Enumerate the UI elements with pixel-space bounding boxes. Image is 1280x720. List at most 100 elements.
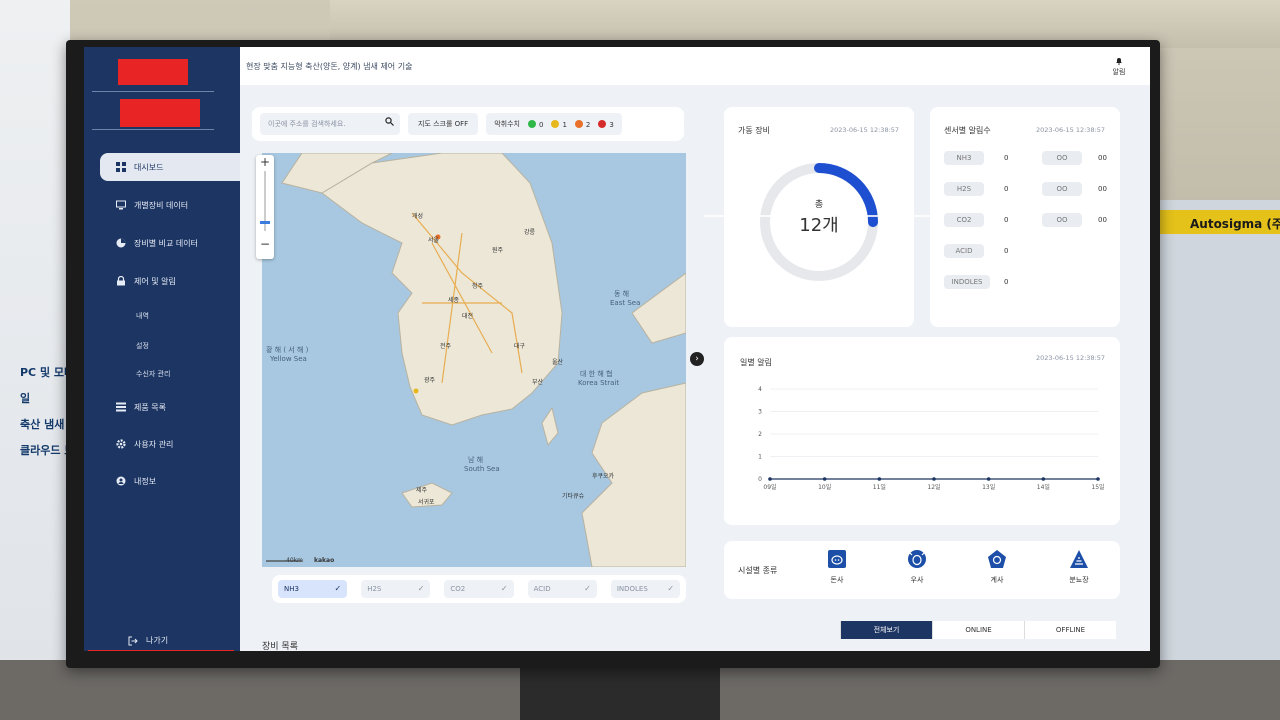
pie-chart-icon — [116, 238, 126, 248]
status-dot-icon — [598, 119, 607, 128]
sensor-name-badge: H2S — [944, 182, 984, 196]
pig-icon — [828, 550, 846, 568]
notification-button[interactable]: 알림 — [1104, 57, 1134, 77]
sidebar-item-device-data[interactable]: 개별장비 데이터 — [100, 191, 240, 219]
sidebar-item-label: 대시보드 — [134, 162, 164, 172]
sensor-alert-count: 0 — [1004, 278, 1009, 286]
sensor-alert-card: 센서별 알림수 2023-06-15 12:38:57 NH3 0 OO 00 … — [930, 107, 1120, 327]
facility-cow[interactable]: 우사 — [892, 549, 942, 585]
map-city-label: 기타큐슈 — [562, 493, 585, 500]
map-city-label: 후쿠오카 — [592, 473, 615, 480]
map-city-label: 강릉 — [524, 229, 536, 236]
search-icon[interactable] — [385, 117, 394, 126]
map-scale-label: 40km — [286, 557, 303, 564]
sea-label-en: East Sea — [610, 299, 641, 307]
gauge-total-label: 총 — [814, 200, 824, 210]
screen-glare — [704, 215, 934, 217]
sensor-chip-indoles[interactable]: INDOLES ✓ — [610, 580, 681, 598]
facility-pig[interactable]: 돈사 — [812, 549, 862, 585]
facility-chicken[interactable]: 계사 — [972, 549, 1022, 585]
sidebar-item-compare-data[interactable]: 장비별 비교 데이터 — [100, 229, 240, 257]
sensor-name-badge: CO2 — [944, 213, 984, 227]
sensor-alert-count: 00 — [1098, 216, 1107, 224]
sea-label-en: South Sea — [464, 465, 500, 473]
sea-label: 황 해 ( 서 해 ) — [266, 346, 309, 354]
check-icon: ✓ — [417, 584, 425, 593]
data-point — [986, 477, 991, 481]
facility-label: 분뇨장 — [1069, 576, 1089, 584]
sidebar-item-my-info[interactable]: 내정보 — [100, 467, 240, 495]
zoom-in-button[interactable]: + — [256, 155, 274, 169]
y-tick-label: 3 — [758, 409, 762, 416]
map-scroll-toggle[interactable]: 지도 스크롤 OFF — [408, 113, 479, 135]
sidebar-item-users[interactable]: 사용자 관리 — [100, 430, 240, 458]
zoom-slider[interactable] — [256, 169, 274, 233]
odor-label: 악취수치 — [494, 120, 520, 128]
y-tick-label: 0 — [758, 476, 762, 483]
facility-manure[interactable]: 분뇨장 — [1054, 549, 1104, 585]
sensor-alert-count: 00 — [1098, 185, 1107, 193]
sidebar-subitem-recipients[interactable]: 수신자 관리 — [136, 369, 170, 379]
sidebar-subitem-settings[interactable]: 설정 — [136, 341, 149, 351]
sensor-name-badge: OO — [1042, 151, 1082, 165]
sensor-chip-nh3[interactable]: NH3 ✓ — [278, 580, 348, 598]
odor-level-yellow: 1 — [551, 119, 567, 129]
x-tick-label: 09일 — [763, 483, 776, 491]
map-city-label: 제주 — [416, 487, 428, 494]
sidebar-item-label: 제어 및 알림 — [134, 276, 176, 286]
map-city-label: 개성 — [412, 213, 424, 220]
sensor-name-badge: ACID — [944, 244, 984, 258]
photo-background: Autosigma (주) PC 및 모바일 축산 냄새 활 클라우드 모 대시보드… — [0, 0, 1280, 720]
sidebar-item-control-alerts[interactable]: 제어 및 알림 — [100, 267, 240, 295]
check-icon: ✓ — [584, 584, 591, 593]
divider — [92, 91, 214, 92]
x-tick-label: 13일 — [982, 483, 995, 491]
user-icon — [116, 476, 126, 486]
sea-label: 동 해 — [614, 290, 630, 298]
sensor-chip-co2[interactable]: CO2 ✓ — [444, 580, 514, 598]
map-city-label: 세종 — [448, 297, 460, 304]
x-tick-label: 15일 — [1091, 483, 1104, 491]
tab-online[interactable]: ONLINE — [932, 621, 1024, 639]
logout-label: 나가기 — [146, 636, 169, 645]
map-city-label: 서울 — [428, 237, 440, 244]
sensor-chip-acid[interactable]: ACID ✓ — [527, 580, 597, 598]
y-tick-label: 4 — [758, 386, 762, 393]
sensor-chip-h2s[interactable]: H2S ✓ — [361, 580, 431, 598]
tab-all[interactable]: 전체보기 — [840, 621, 932, 639]
sensor-name-badge: OO — [1042, 182, 1082, 196]
list-icon — [116, 402, 126, 412]
sidebar-item-label: 제품 목록 — [134, 402, 166, 412]
sidebar-item-dashboard[interactable]: 대시보드 — [100, 153, 240, 181]
map-city-label: 부산 — [532, 379, 544, 386]
logout-button[interactable]: 나가기 — [128, 635, 168, 646]
dashboard-screen: 대시보드 개별장비 데이터 장비별 비교 데이터 제어 및 알림 내역 설정 수… — [84, 47, 1150, 651]
data-point — [822, 477, 827, 481]
sensor-alert-count: 0 — [1004, 154, 1009, 162]
address-search-input[interactable]: 이곳에 주소를 검색하세요. — [260, 113, 400, 135]
booth-sign: Autosigma (주) — [1160, 210, 1280, 234]
sensor-alert-count: 00 — [1098, 154, 1107, 162]
map-toolbar: 이곳에 주소를 검색하세요. 지도 스크롤 OFF 악취수치 0 1 2 3 — [252, 107, 684, 141]
map-zoom-control: + − — [256, 155, 274, 259]
strait-label-en: Korea Strait — [578, 379, 620, 387]
tab-offline[interactable]: OFFLINE — [1024, 621, 1116, 639]
sidebar-subitem-history[interactable]: 내역 — [136, 311, 149, 321]
status-dot-icon — [574, 119, 583, 128]
sea-label: 남 해 — [468, 456, 484, 464]
sidebar-item-label: 사용자 관리 — [134, 439, 174, 449]
korea-map-shapes — [266, 153, 686, 567]
chevron-right-icon[interactable]: › — [690, 352, 704, 366]
map-city-label: 울산 — [552, 359, 564, 366]
sidebar-item-products[interactable]: 제품 목록 — [100, 393, 240, 421]
lock-icon — [117, 276, 125, 286]
y-tick-label: 1 — [758, 454, 762, 461]
map-city-label: 청주 — [472, 283, 484, 290]
facility-label: 계사 — [990, 576, 1004, 584]
daily-alert-chart: 0 1 2 3 4 09일 10일 11일 12일 13일 14일 15일 — [758, 386, 1104, 491]
booth-right — [1156, 200, 1280, 720]
zoom-out-button[interactable]: − — [256, 237, 274, 251]
sidebar-item-label: 개별장비 데이터 — [134, 200, 189, 210]
korea-map[interactable]: 서울 개성 세종 대전 대구 울산 부산 광주 전주 청주 원주 강릉 제주 서… — [262, 153, 686, 567]
cow-icon — [908, 550, 926, 568]
